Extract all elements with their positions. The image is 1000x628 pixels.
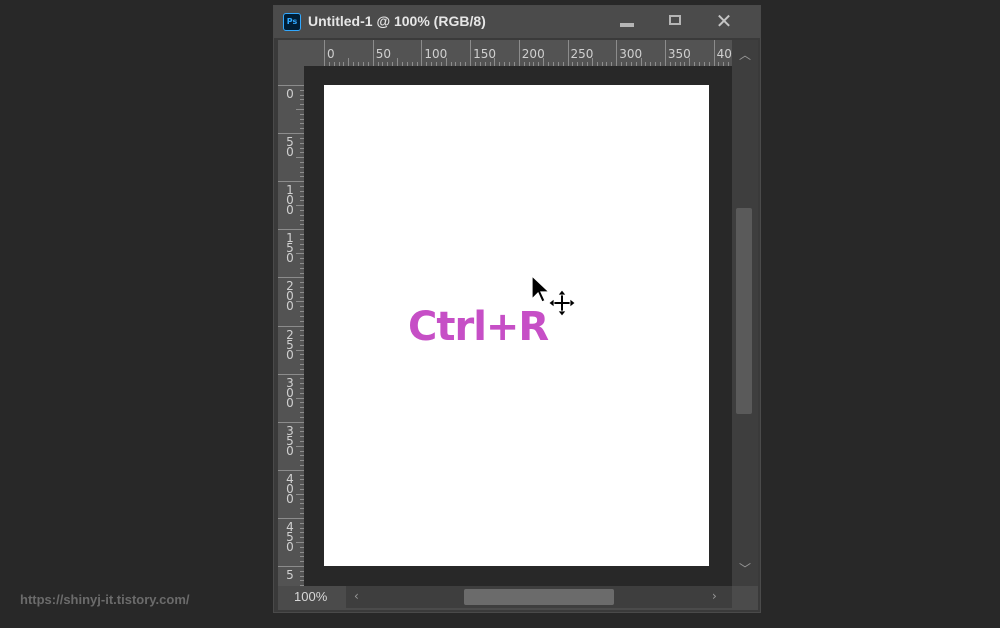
ruler-tick (421, 40, 423, 66)
scroll-left-icon[interactable]: ‹ (354, 589, 359, 603)
ruler-tick (296, 253, 304, 255)
ruler-label: 450 (286, 519, 294, 554)
ruler-label: 400 (286, 471, 294, 506)
ruler-tick (348, 58, 350, 66)
ruler-origin[interactable] (278, 40, 304, 66)
ruler-tick (296, 109, 304, 111)
ruler-label: 50 (286, 135, 294, 160)
ruler-label: 100 (286, 183, 294, 218)
ruler-label: 0 (327, 47, 335, 61)
maximize-button[interactable] (652, 6, 700, 36)
vertical-scrollbar[interactable]: ︿ ﹀ (732, 40, 758, 586)
vertical-scroll-thumb[interactable] (736, 208, 752, 414)
scroll-up-icon[interactable]: ︿ (732, 46, 758, 63)
ruler-tick (296, 205, 304, 207)
ruler-label: 400 (716, 47, 732, 61)
ruler-label: 200 (521, 47, 545, 61)
ruler-tick (616, 40, 618, 66)
maximize-icon (669, 15, 681, 25)
ruler-tick (296, 301, 304, 303)
ruler-tick (296, 493, 304, 495)
ruler-label: 350 (667, 47, 691, 61)
ruler-label: 300 (286, 375, 294, 410)
horizontal-scrollbar[interactable]: ‹ › (346, 586, 732, 608)
ruler-tick (296, 157, 304, 159)
horizontal-ruler[interactable]: 0 50 100 150 200 250 300 350 400 (304, 40, 732, 66)
ruler-tick (470, 40, 472, 66)
ruler-tick (278, 181, 304, 183)
scroll-right-icon[interactable]: › (712, 589, 717, 603)
ruler-tick (372, 40, 374, 66)
ruler-label: 300 (619, 47, 643, 61)
ruler-label: 200 (286, 279, 294, 314)
close-icon: ✕ (715, 9, 733, 33)
ruler-tick (278, 229, 304, 231)
scroll-down-icon[interactable]: ﹀ (732, 560, 758, 577)
ruler-tick (296, 349, 304, 351)
ruler-tick (278, 325, 304, 327)
ruler-tick (278, 373, 304, 375)
ruler-label: 0 (286, 87, 294, 101)
window-title: Untitled-1 @ 100% (RGB/8) (308, 13, 486, 29)
move-cursor-icon (548, 289, 576, 317)
ruler-label: 250 (570, 47, 594, 61)
ruler-label: 50 (375, 47, 391, 61)
ruler-tick (296, 445, 304, 447)
ruler-tick (278, 133, 304, 135)
ruler-tick (518, 40, 520, 66)
status-bar: 100% ‹ › (278, 586, 758, 610)
ruler-label: 350 (286, 423, 294, 458)
ruler-tick (278, 469, 304, 471)
minimize-icon (620, 23, 634, 27)
minimize-button[interactable] (604, 6, 652, 36)
ruler-tick (296, 541, 304, 543)
ruler-tick (713, 40, 715, 66)
document-window: Ps Untitled-1 @ 100% (RGB/8) ✕ 0 50 100 150… (273, 5, 761, 613)
ruler-tick (567, 40, 569, 66)
ruler-tick (664, 40, 666, 66)
ruler-tick (278, 517, 304, 519)
ruler-tick (397, 58, 399, 66)
pasteboard[interactable]: Ctrl+R (304, 66, 732, 586)
ruler-tick (278, 85, 304, 86)
ruler-tick (278, 566, 304, 567)
ruler-label: 250 (286, 327, 294, 362)
title-bar[interactable]: Ps Untitled-1 @ 100% (RGB/8) ✕ (274, 6, 760, 38)
ruler-tick (324, 40, 325, 66)
ruler-label: 100 (424, 47, 448, 61)
ruler-tick (278, 421, 304, 423)
ruler-label: 150 (286, 231, 294, 266)
ruler-tick (296, 397, 304, 399)
document-canvas[interactable]: Ctrl+R (324, 85, 709, 566)
vertical-ruler[interactable]: 0 50 100 150 200 250 300 350 400 450 5 (278, 66, 304, 586)
photoshop-icon: Ps (283, 13, 301, 31)
shortcut-text: Ctrl+R (408, 304, 549, 350)
ruler-tick (278, 277, 304, 279)
horizontal-scroll-thumb[interactable] (464, 589, 614, 605)
ruler-label: 150 (473, 47, 496, 61)
watermark-url: https://shinyj-it.tistory.com/ (20, 592, 190, 607)
close-button[interactable]: ✕ (700, 6, 748, 36)
ruler-label: 5 (286, 568, 294, 582)
zoom-level[interactable]: 100% (294, 589, 327, 604)
